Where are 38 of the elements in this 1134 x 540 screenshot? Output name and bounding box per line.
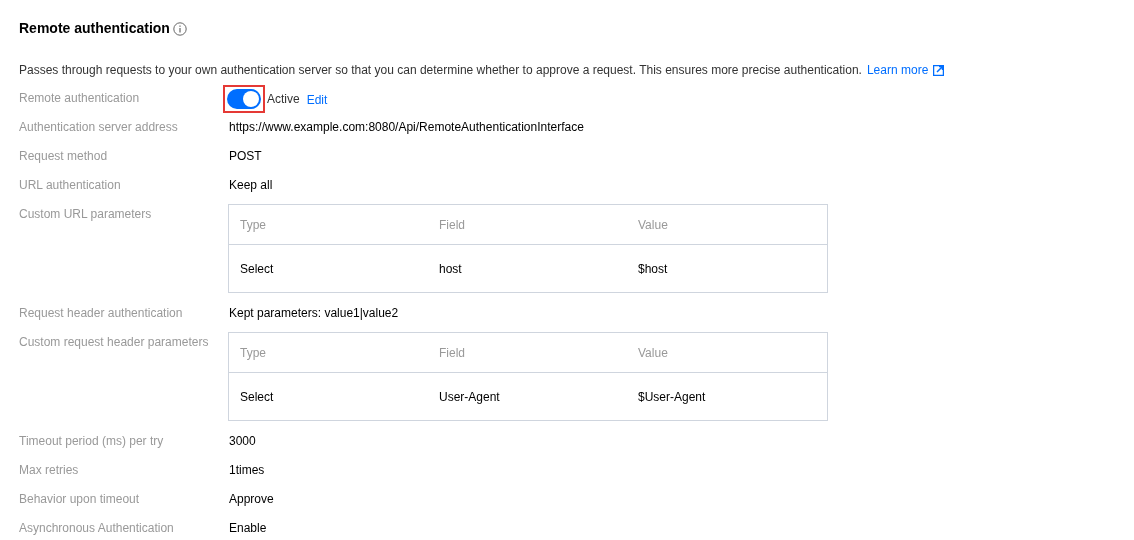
table-cell-text: Select [239,260,275,278]
table-cell-text: $User-Agent [637,388,707,406]
column-header: Field [438,216,466,234]
field-value: 1times [229,462,265,479]
column-header: Type [239,216,267,234]
learn-more-link[interactable]: Learn more [866,61,945,79]
column-header: Value [637,216,669,234]
field-label: Max retries [19,462,80,479]
table-cell-text: $host [637,260,669,278]
field-label: Timeout period (ms) per try [19,433,165,450]
external-link-icon [933,64,945,76]
field-value: Kept parameters: value1|value2 [229,305,399,322]
field-label: Custom URL parameters [19,206,153,223]
table-cell-text: Select [239,388,275,406]
column-header: Field [438,344,466,362]
description-text: Passes through requests to your own authentication server so that you can determine whether to approve a request. This ensures more precise authentication. [19,62,862,79]
field-value: https://www.example.com:8080/Api/RemoteAuthenticationInterface [229,119,584,136]
table-cell-text: User-Agent [438,388,501,406]
field-label: Asynchronous Authentication [19,520,175,537]
field-label: Request header authentication [19,305,184,322]
edit-link[interactable]: Edit [306,90,328,109]
field-label: Request method [19,148,109,165]
info-icon [172,21,187,36]
field-label: Remote authentication [19,90,141,107]
field-value: POST [229,148,262,165]
field-label: Custom request header parameters [19,334,210,351]
column-header: Value [637,344,669,362]
field-value: 3000 [229,433,256,450]
field-value: Approve [229,491,274,508]
field-label: Authentication server address [19,119,179,136]
field-value: Keep all [229,177,273,194]
field-value: Enable [229,520,267,537]
column-header: Type [239,344,267,362]
table-cell-text: host [438,260,463,278]
status-text: Active [267,90,300,108]
field-label: URL authentication [19,177,122,194]
section-title: Remote authentication [19,19,170,38]
field-label: Behavior upon timeout [19,491,141,508]
